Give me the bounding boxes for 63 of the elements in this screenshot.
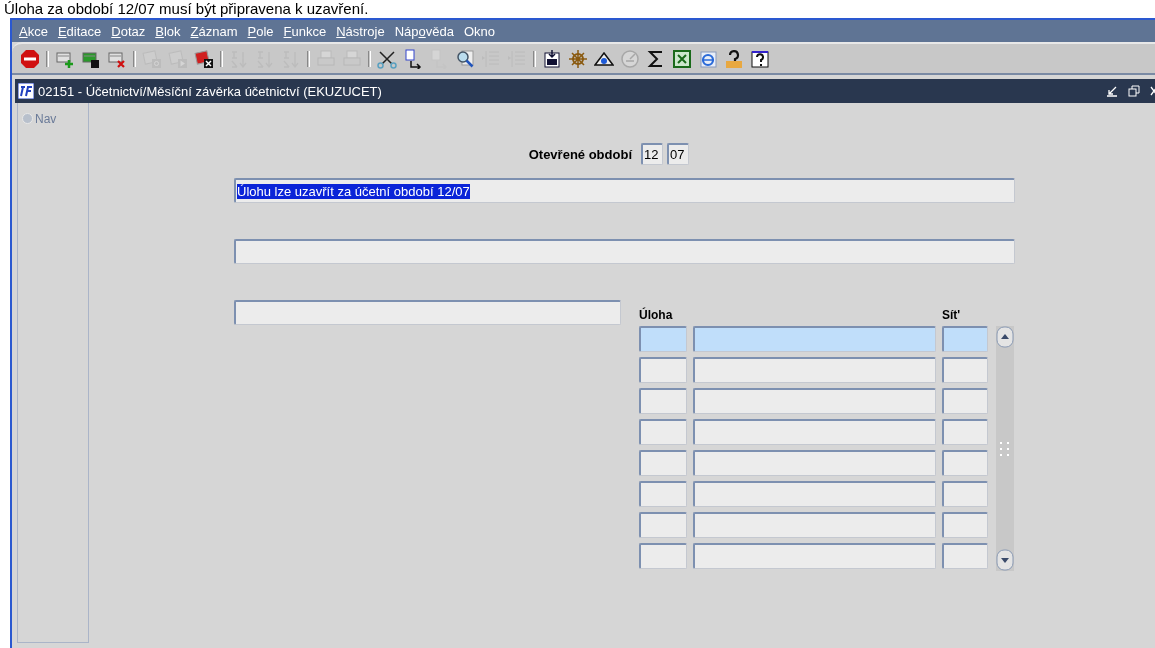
table-cell[interactable] <box>693 512 936 538</box>
ship-wheel-icon[interactable] <box>568 48 588 69</box>
table-cell[interactable] <box>693 357 936 383</box>
table-cell[interactable] <box>693 543 936 569</box>
window-title: 02151 - Účetnictví/Měsíční závěrka účetnictví (EKUZUCET) <box>38 83 383 99</box>
table-cell[interactable] <box>942 419 988 445</box>
status-field[interactable]: Úlohu lze uzavřít za účetní období 12/07 <box>234 178 1015 203</box>
input-field[interactable] <box>234 300 621 325</box>
table-cell[interactable] <box>942 481 988 507</box>
table-cell[interactable] <box>693 481 936 507</box>
table-cell[interactable] <box>693 419 936 445</box>
menu-item[interactable]: Akce <box>19 23 48 39</box>
stop-sign-icon[interactable] <box>20 48 40 69</box>
search-icon[interactable] <box>455 48 475 69</box>
close-icon[interactable] <box>1150 85 1155 97</box>
menu-item[interactable]: Okno <box>463 23 495 39</box>
table-cell[interactable] <box>639 481 687 507</box>
help-icon[interactable] <box>724 48 744 69</box>
menu-item[interactable]: Dotaz <box>111 23 146 39</box>
scroll-up-icon[interactable] <box>996 326 1014 348</box>
table-cell[interactable] <box>693 450 936 476</box>
table-cell[interactable] <box>639 357 687 383</box>
table-cell[interactable] <box>693 388 936 414</box>
table-cell[interactable] <box>639 419 687 445</box>
scissors-icon[interactable] <box>377 48 397 69</box>
table-cell[interactable] <box>639 512 687 538</box>
period-field[interactable]: 07 <box>667 143 689 165</box>
table-cell[interactable] <box>639 543 687 569</box>
scrollbar[interactable] <box>996 326 1014 571</box>
spreadsheet-icon[interactable] <box>672 48 692 69</box>
browser-icon[interactable] <box>698 48 718 69</box>
table-cell[interactable] <box>693 326 936 352</box>
menu-item[interactable]: Záznam <box>190 23 238 39</box>
table-cell[interactable] <box>942 512 988 538</box>
menu-item[interactable]: Blok <box>155 23 181 39</box>
help-icon[interactable] <box>750 48 770 69</box>
table-cell[interactable] <box>639 326 687 352</box>
app-logo-icon <box>18 83 34 99</box>
table-cell[interactable] <box>942 543 988 569</box>
table-cell[interactable] <box>942 357 988 383</box>
column-header: Sít' <box>942 308 962 322</box>
minimize-icon[interactable] <box>1106 85 1118 97</box>
table-cell[interactable] <box>942 326 988 352</box>
menu-item[interactable]: Pole <box>247 23 274 39</box>
nav-radio[interactable]: Nav <box>22 111 57 126</box>
record-icon[interactable] <box>403 48 423 69</box>
period-field[interactable]: 12 <box>641 143 663 165</box>
table-cell[interactable] <box>639 450 687 476</box>
scroll-down-icon[interactable] <box>996 549 1014 571</box>
record-icon[interactable] <box>194 48 214 69</box>
period-label: Otevřené období <box>527 146 632 162</box>
menu-item[interactable]: Nástroje <box>336 23 385 39</box>
table-cell[interactable] <box>942 388 988 414</box>
table-cell[interactable] <box>639 388 687 414</box>
record-icon[interactable] <box>542 48 562 69</box>
menu-item[interactable]: Editace <box>57 23 102 39</box>
menu-item[interactable]: Nápověda <box>394 23 454 39</box>
input-field[interactable] <box>234 239 1015 264</box>
message-text: Úloha za období 12/07 musí být připravena k uzavření. <box>3 0 370 18</box>
table-cell[interactable] <box>942 450 988 476</box>
menu-item[interactable]: Funkce <box>283 23 327 39</box>
column-header: Úloha <box>639 308 674 322</box>
restore-icon[interactable] <box>1128 85 1140 97</box>
